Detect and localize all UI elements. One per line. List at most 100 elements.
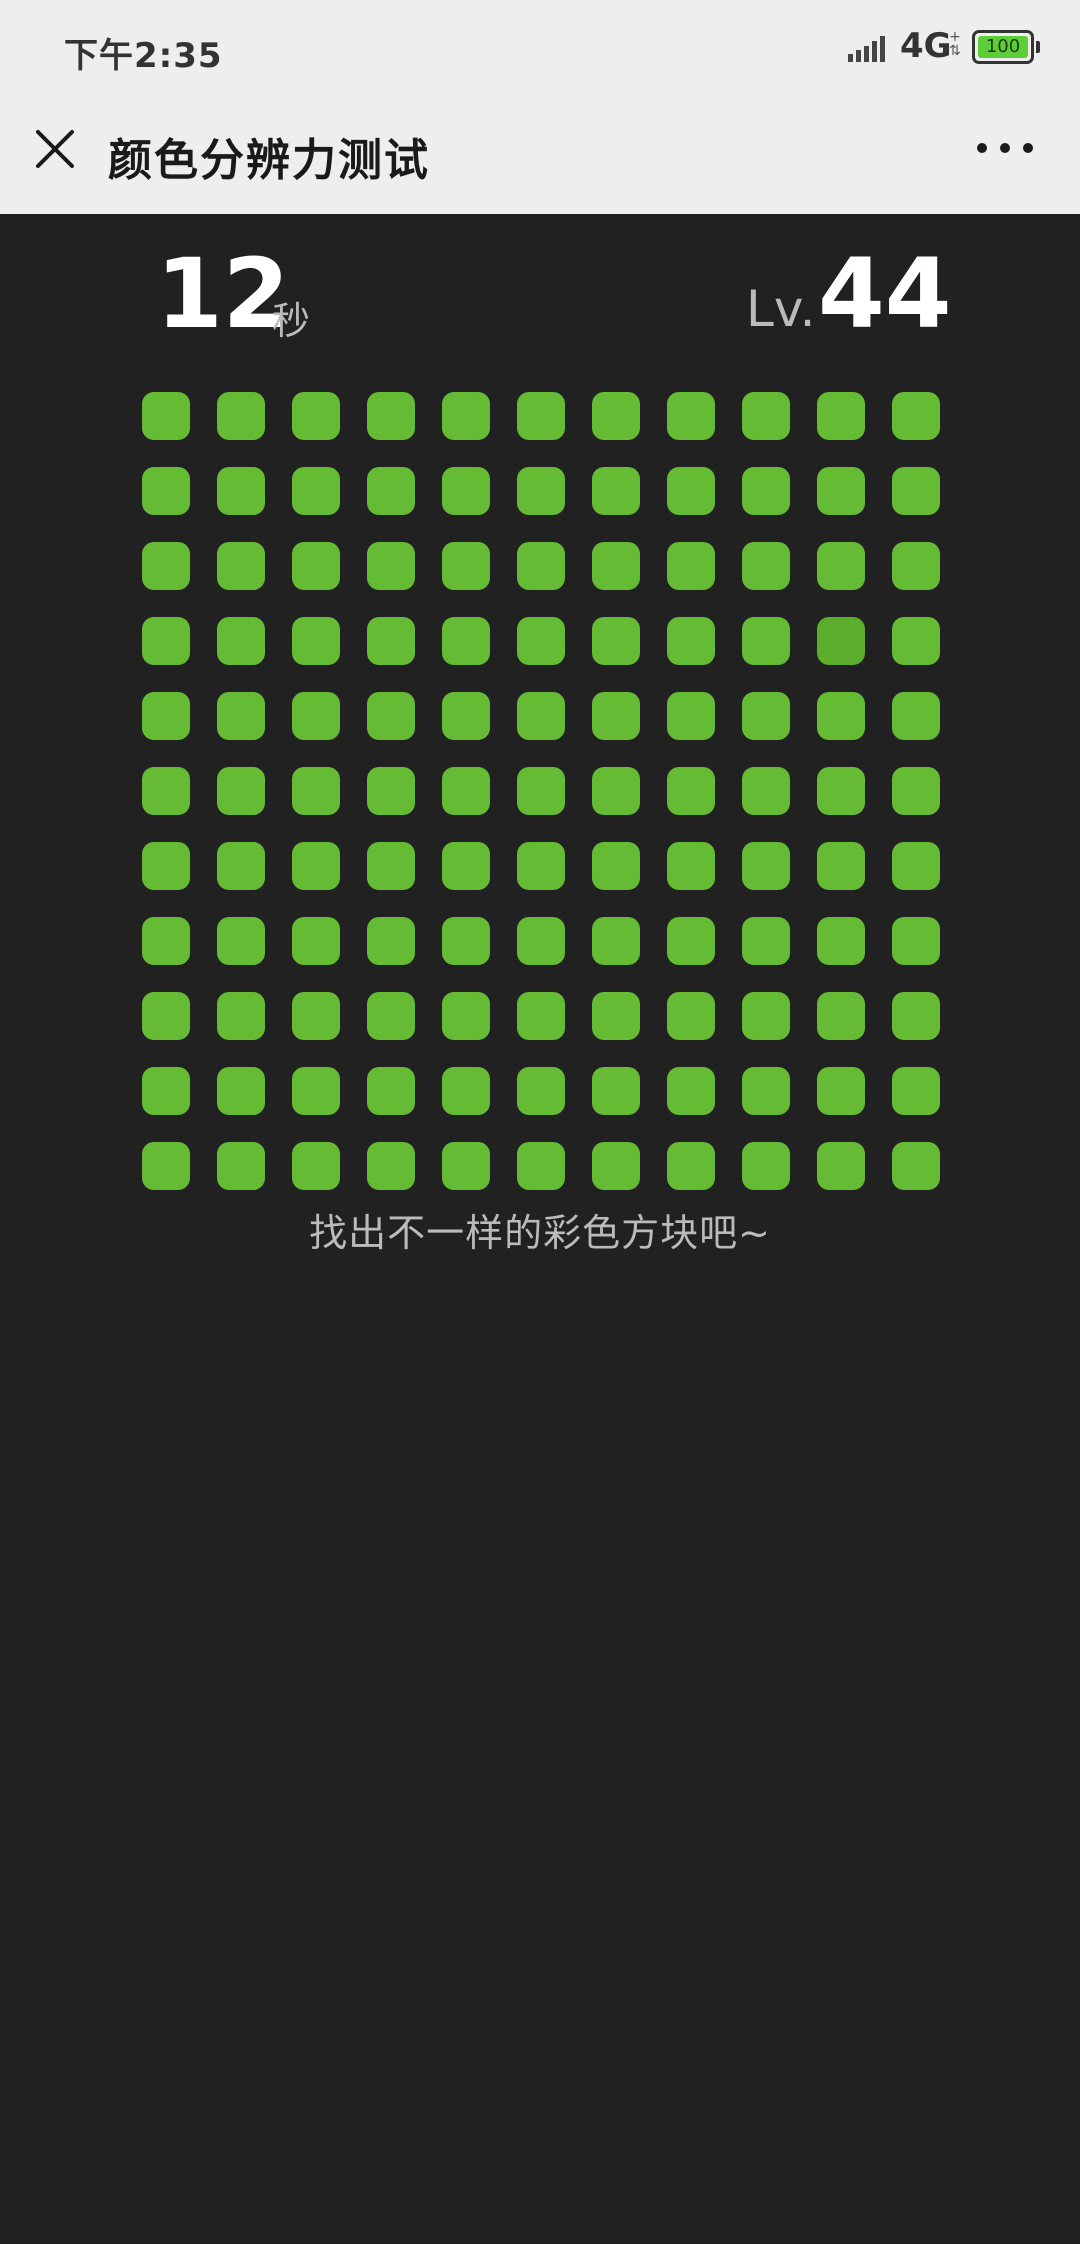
color-tile[interactable]	[217, 542, 265, 590]
color-tile[interactable]	[292, 842, 340, 890]
color-tile[interactable]	[517, 1067, 565, 1115]
color-tile[interactable]	[442, 617, 490, 665]
color-tile[interactable]	[442, 992, 490, 1040]
color-tile[interactable]	[892, 767, 940, 815]
color-tile[interactable]	[667, 992, 715, 1040]
color-tile[interactable]	[742, 692, 790, 740]
color-tile[interactable]	[817, 1142, 865, 1190]
color-tile[interactable]	[367, 392, 415, 440]
color-tile[interactable]	[517, 1142, 565, 1190]
color-tile[interactable]	[367, 842, 415, 890]
color-tile[interactable]	[517, 692, 565, 740]
color-tile[interactable]	[592, 692, 640, 740]
color-tile[interactable]	[292, 542, 340, 590]
color-tile[interactable]	[742, 542, 790, 590]
color-tile[interactable]	[142, 467, 190, 515]
color-tile[interactable]	[217, 617, 265, 665]
color-tile[interactable]	[817, 917, 865, 965]
color-tile[interactable]	[442, 692, 490, 740]
color-tile[interactable]	[292, 1142, 340, 1190]
color-tile[interactable]	[142, 392, 190, 440]
color-tile[interactable]	[892, 842, 940, 890]
odd-color-tile[interactable]	[817, 617, 865, 665]
color-tile[interactable]	[367, 542, 415, 590]
color-tile[interactable]	[742, 617, 790, 665]
color-tile[interactable]	[592, 392, 640, 440]
color-tile[interactable]	[742, 467, 790, 515]
color-tile[interactable]	[892, 392, 940, 440]
color-tile[interactable]	[142, 917, 190, 965]
color-tile[interactable]	[217, 842, 265, 890]
color-tile[interactable]	[142, 992, 190, 1040]
color-tile[interactable]	[667, 917, 715, 965]
color-tile[interactable]	[817, 767, 865, 815]
color-tile[interactable]	[292, 692, 340, 740]
color-tile[interactable]	[592, 992, 640, 1040]
color-tile[interactable]	[292, 617, 340, 665]
color-tile[interactable]	[142, 842, 190, 890]
color-tile[interactable]	[442, 467, 490, 515]
color-tile[interactable]	[742, 392, 790, 440]
color-tile[interactable]	[217, 767, 265, 815]
color-tile[interactable]	[517, 992, 565, 1040]
color-tile[interactable]	[367, 917, 415, 965]
color-tile[interactable]	[892, 992, 940, 1040]
color-tile[interactable]	[892, 1142, 940, 1190]
color-tile[interactable]	[217, 917, 265, 965]
color-tile[interactable]	[892, 542, 940, 590]
color-tile[interactable]	[592, 1067, 640, 1115]
color-tile[interactable]	[442, 542, 490, 590]
color-tile[interactable]	[667, 692, 715, 740]
color-tile[interactable]	[367, 1142, 415, 1190]
color-tile[interactable]	[367, 617, 415, 665]
color-tile[interactable]	[217, 467, 265, 515]
color-tile[interactable]	[217, 1142, 265, 1190]
color-tile[interactable]	[817, 842, 865, 890]
color-tile[interactable]	[892, 692, 940, 740]
color-tile[interactable]	[142, 767, 190, 815]
color-tile[interactable]	[667, 617, 715, 665]
color-tile[interactable]	[442, 842, 490, 890]
color-tile[interactable]	[217, 692, 265, 740]
color-tile[interactable]	[667, 842, 715, 890]
color-tile[interactable]	[592, 917, 640, 965]
color-tile[interactable]	[667, 467, 715, 515]
color-tile[interactable]	[517, 392, 565, 440]
color-tile[interactable]	[442, 1142, 490, 1190]
color-tile[interactable]	[292, 992, 340, 1040]
color-tile[interactable]	[292, 467, 340, 515]
color-tile[interactable]	[292, 392, 340, 440]
color-tile[interactable]	[817, 392, 865, 440]
color-tile[interactable]	[292, 1067, 340, 1115]
color-tile[interactable]	[367, 992, 415, 1040]
color-tile[interactable]	[367, 467, 415, 515]
color-tile[interactable]	[817, 992, 865, 1040]
color-tile[interactable]	[817, 692, 865, 740]
more-icon[interactable]	[972, 128, 1038, 168]
color-tile[interactable]	[742, 1067, 790, 1115]
color-tile[interactable]	[592, 767, 640, 815]
color-tile[interactable]	[292, 767, 340, 815]
color-tile[interactable]	[742, 842, 790, 890]
color-tile[interactable]	[142, 617, 190, 665]
color-tile[interactable]	[142, 1142, 190, 1190]
color-tile[interactable]	[442, 767, 490, 815]
color-tile[interactable]	[667, 1067, 715, 1115]
color-tile[interactable]	[442, 1067, 490, 1115]
color-tile[interactable]	[217, 992, 265, 1040]
color-tile[interactable]	[517, 767, 565, 815]
color-tile[interactable]	[592, 1142, 640, 1190]
color-tile[interactable]	[817, 467, 865, 515]
color-tile[interactable]	[667, 1142, 715, 1190]
color-tile[interactable]	[742, 992, 790, 1040]
color-tile[interactable]	[892, 617, 940, 665]
color-tile[interactable]	[667, 767, 715, 815]
color-tile[interactable]	[142, 542, 190, 590]
color-tile[interactable]	[142, 1067, 190, 1115]
color-tile[interactable]	[517, 917, 565, 965]
color-tile[interactable]	[592, 467, 640, 515]
color-tile[interactable]	[892, 1067, 940, 1115]
color-tile[interactable]	[442, 917, 490, 965]
color-tile[interactable]	[292, 917, 340, 965]
color-tile[interactable]	[217, 392, 265, 440]
